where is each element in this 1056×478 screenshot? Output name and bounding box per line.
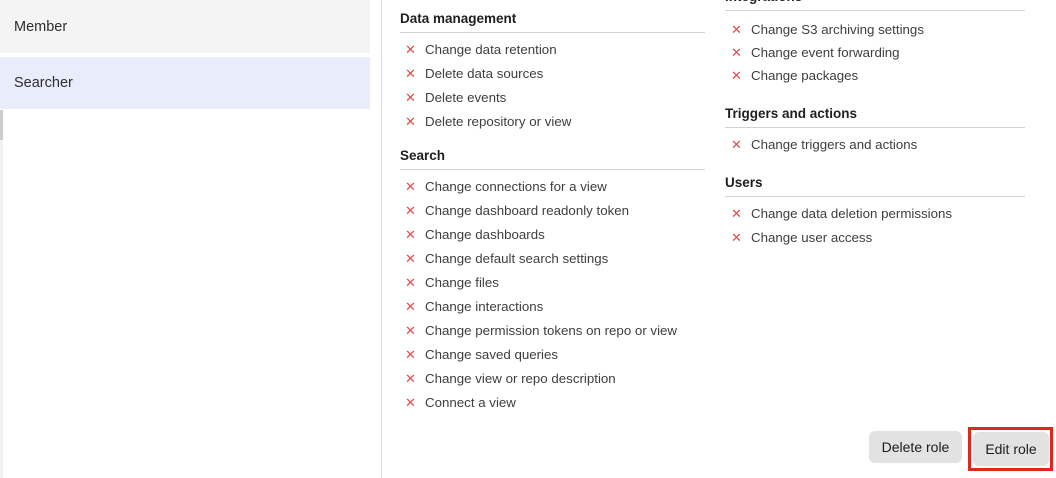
permission-row: ✕ Change data retention xyxy=(400,37,705,61)
permission-row: ✕ Change triggers and actions xyxy=(725,132,1025,156)
roles-sidebar: Member Searcher xyxy=(0,0,370,113)
permission-label: Connect a view xyxy=(425,395,516,410)
permission-label: Change data deletion permissions xyxy=(751,206,952,221)
denied-x-icon: ✕ xyxy=(404,324,417,337)
permission-row: ✕ Delete repository or view xyxy=(400,109,705,133)
permission-row: ✕ Change saved queries xyxy=(400,342,705,366)
permission-label: Change data retention xyxy=(425,42,557,57)
permission-row: ✕ Change event forwarding xyxy=(725,41,1025,64)
section-title: Triggers and actions xyxy=(725,107,1025,128)
denied-x-icon: ✕ xyxy=(730,69,743,82)
permission-label: Change event forwarding xyxy=(751,45,900,60)
denied-x-icon: ✕ xyxy=(730,138,743,151)
denied-x-icon: ✕ xyxy=(730,231,743,244)
denied-x-icon: ✕ xyxy=(404,372,417,385)
section-title: Users xyxy=(725,176,1025,197)
section-title: Data management xyxy=(400,12,705,33)
permission-label: Change triggers and actions xyxy=(751,137,917,152)
denied-x-icon: ✕ xyxy=(404,67,417,80)
permission-row: ✕ Change permission tokens on repo or vie… xyxy=(400,318,705,342)
section-title: Integrations xyxy=(725,0,1025,11)
sidebar-item-member[interactable]: Member xyxy=(0,0,370,53)
permission-label: Change saved queries xyxy=(425,347,558,362)
permission-section: Search ✕ Change connections for a view ✕ Cha… xyxy=(400,149,705,414)
denied-x-icon: ✕ xyxy=(404,252,417,265)
sidebar-scrollbar[interactable] xyxy=(0,110,3,478)
sidebar-item-label: Searcher xyxy=(14,75,73,91)
permission-label: Change connections for a view xyxy=(425,179,607,194)
section-title: Search xyxy=(400,149,705,170)
denied-x-icon: ✕ xyxy=(404,91,417,104)
permission-label: Delete data sources xyxy=(425,66,543,81)
permission-row: ✕ Connect a view xyxy=(400,390,705,414)
denied-x-icon: ✕ xyxy=(404,228,417,241)
permission-section: Users ✕ Change data deletion permissions ✕ C… xyxy=(725,176,1025,249)
permission-label: Delete repository or view xyxy=(425,114,571,129)
permission-row: ✕ Change S3 archiving settings xyxy=(725,18,1025,41)
permission-row: ✕ Change user access xyxy=(725,225,1025,249)
permission-section: Data management ✕ Change data retention ✕ De… xyxy=(400,12,705,133)
permission-label: Change view or repo description xyxy=(425,371,616,386)
permission-row: ✕ Change interactions xyxy=(400,294,705,318)
denied-x-icon: ✕ xyxy=(730,46,743,59)
permission-row: ✕ Change dashboards xyxy=(400,222,705,246)
permission-row: ✕ Change packages xyxy=(725,64,1025,87)
denied-x-icon: ✕ xyxy=(404,396,417,409)
permission-label: Change user access xyxy=(751,230,872,245)
denied-x-icon: ✕ xyxy=(404,180,417,193)
denied-x-icon: ✕ xyxy=(404,300,417,313)
permission-label: Change packages xyxy=(751,68,858,83)
permission-label: Change permission tokens on repo or view xyxy=(425,323,677,338)
denied-x-icon: ✕ xyxy=(404,115,417,128)
permission-section: Integrations ✕ Change S3 archiving setting… xyxy=(725,0,1025,87)
panel-divider xyxy=(381,0,382,478)
permission-row: ✕ Delete events xyxy=(400,85,705,109)
permission-label: Delete events xyxy=(425,90,506,105)
edit-role-button[interactable]: Edit role xyxy=(973,432,1049,466)
permission-label: Change default search settings xyxy=(425,251,608,266)
permission-list: ✕ Change S3 archiving settings ✕ Change eve… xyxy=(725,18,1025,87)
permission-list: ✕ Change data deletion permissions ✕ Change… xyxy=(725,201,1025,249)
sidebar-item-label: Member xyxy=(14,19,67,35)
denied-x-icon: ✕ xyxy=(404,348,417,361)
permission-row: ✕ Change default search settings xyxy=(400,246,705,270)
permission-label: Change files xyxy=(425,275,499,290)
permissions-column-right: Integrations ✕ Change S3 archiving setting… xyxy=(725,0,1025,249)
denied-x-icon: ✕ xyxy=(404,204,417,217)
permission-list: ✕ Change connections for a view ✕ Change da… xyxy=(400,174,705,414)
permission-list: ✕ Change data retention ✕ Delete data sourc… xyxy=(400,37,705,133)
denied-x-icon: ✕ xyxy=(404,276,417,289)
permission-row: ✕ Change connections for a view xyxy=(400,174,705,198)
denied-x-icon: ✕ xyxy=(730,207,743,220)
permission-row: ✕ Delete data sources xyxy=(400,61,705,85)
permission-row: ✕ Change files xyxy=(400,270,705,294)
denied-x-icon: ✕ xyxy=(404,43,417,56)
delete-role-button[interactable]: Delete role xyxy=(869,431,962,463)
permission-section: Triggers and actions ✕ Change triggers and… xyxy=(725,107,1025,156)
permission-row: ✕ Change dashboard readonly token xyxy=(400,198,705,222)
permission-label: Change interactions xyxy=(425,299,543,314)
permission-row: ✕ Change view or repo description xyxy=(400,366,705,390)
permission-label: Change dashboards xyxy=(425,227,545,242)
permission-label: Change dashboard readonly token xyxy=(425,203,629,218)
permission-label: Change S3 archiving settings xyxy=(751,22,924,37)
sidebar-scrollbar-thumb[interactable] xyxy=(0,110,3,140)
permission-row: ✕ Change data deletion permissions xyxy=(725,201,1025,225)
sidebar-item-searcher[interactable]: Searcher xyxy=(0,57,370,109)
permissions-column-left: Data management ✕ Change data retention ✕ De… xyxy=(400,0,705,414)
permission-list: ✕ Change triggers and actions xyxy=(725,132,1025,156)
denied-x-icon: ✕ xyxy=(730,23,743,36)
